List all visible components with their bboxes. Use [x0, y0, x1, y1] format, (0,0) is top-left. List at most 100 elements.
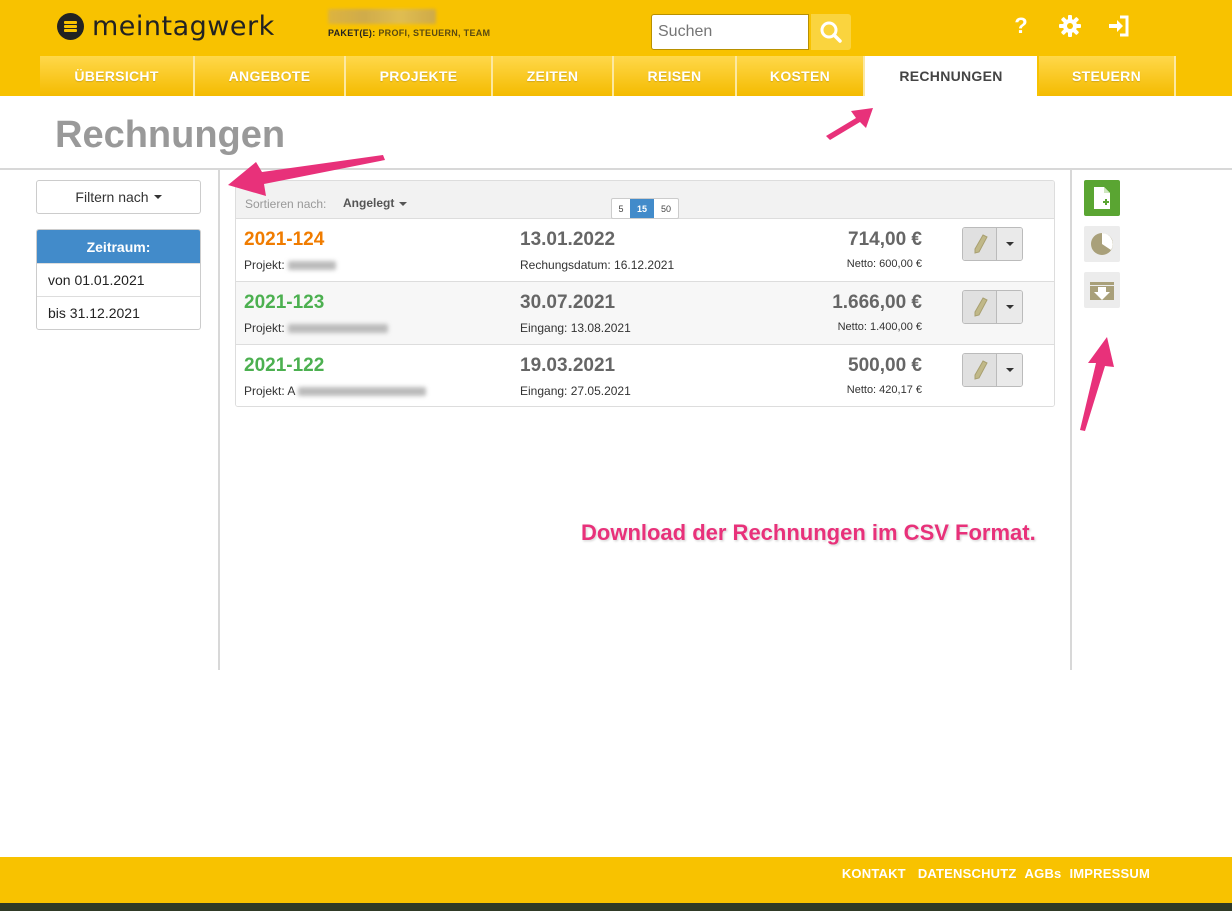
invoice-amount: 1.666,00 € [832, 292, 922, 313]
project-name-redacted [287, 323, 388, 333]
invoice-list: Sortieren nach: Angelegt 5 15 50 2021-12… [235, 180, 1055, 407]
project-label: Projekt: [244, 258, 285, 272]
new-document-icon [1094, 187, 1110, 209]
invoice-netto: Netto: 1.400,00 € [837, 321, 922, 333]
footer-link-datenschutz[interactable]: DATENSCHUTZ [918, 866, 1017, 881]
help-icon[interactable]: ? [1008, 13, 1034, 39]
sort-label: Sortieren nach: [245, 197, 327, 211]
invoice-date: 30.07.2021 [520, 292, 616, 313]
invoice-actions [962, 227, 1023, 261]
invoice-actions [962, 353, 1023, 387]
sort-dropdown[interactable]: Angelegt [343, 196, 408, 210]
search-bar [651, 14, 851, 50]
search-input[interactable] [651, 14, 809, 50]
invoice-number[interactable]: 2021-124 [244, 229, 324, 251]
pencil-icon [974, 360, 988, 380]
paket-info: PAKET(E): PROFI, STEUERN, TEAM [328, 28, 490, 38]
footer-link-agbs[interactable]: AGBs [1025, 866, 1062, 881]
invoice-project: Projekt: [244, 258, 336, 272]
filter-label: Filtern nach [75, 189, 149, 205]
edit-button[interactable] [963, 354, 997, 386]
chevron-down-icon [153, 195, 162, 199]
arrow-icon [826, 108, 873, 140]
tab-steuern[interactable]: STEUERN [1039, 56, 1176, 96]
divider [1070, 170, 1072, 670]
zeitraum-title: Zeitraum: [37, 230, 200, 263]
actions-dropdown[interactable] [997, 354, 1022, 386]
project-label: Projekt: [244, 321, 285, 335]
list-item[interactable]: 2021-124 Projekt: 13.01.2022 Rechungsdat… [236, 219, 1054, 282]
invoice-project: Projekt: [244, 321, 388, 335]
project-name-redacted [298, 386, 427, 396]
invoice-date-sub: Eingang: 27.05.2021 [520, 384, 631, 398]
download-folder-icon [1090, 282, 1114, 300]
page-size-15[interactable]: 15 [630, 199, 654, 218]
list-toolbar: Sortieren nach: Angelegt 5 15 50 [236, 181, 1054, 219]
annotation-text: Download der Rechnungen im CSV Format. [581, 520, 1036, 545]
bottom-strip [0, 903, 1232, 911]
tab-kosten[interactable]: KOSTEN [737, 56, 865, 96]
logo-icon [57, 13, 84, 40]
divider [0, 168, 1232, 170]
paket-label: PAKET(E): [328, 28, 376, 38]
logout-icon[interactable] [1106, 13, 1132, 39]
edit-button[interactable] [963, 291, 997, 323]
list-item[interactable]: 2021-122 Projekt: A 19.03.2021 Eingang: … [236, 345, 1054, 406]
search-icon [820, 21, 842, 43]
invoice-date: 13.01.2022 [520, 229, 616, 250]
pencil-icon [974, 234, 988, 254]
zeitraum-to[interactable]: bis 31.12.2021 [37, 296, 200, 329]
gear-icon [1059, 15, 1081, 37]
tab-reisen[interactable]: REISEN [614, 56, 737, 96]
project-name-redacted [287, 260, 336, 270]
search-button[interactable] [811, 14, 851, 50]
chevron-down-icon [1005, 242, 1014, 246]
actions-dropdown[interactable] [997, 291, 1022, 323]
sign-in-icon [1109, 15, 1129, 37]
zeitraum-panel: Zeitraum: von 01.01.2021 bis 31.12.2021 [36, 229, 201, 330]
tab-angebote[interactable]: ANGEBOTE [195, 56, 346, 96]
tab-projekte[interactable]: PROJEKTE [346, 56, 493, 96]
list-item[interactable]: 2021-123 Projekt: 30.07.2021 Eingang: 13… [236, 282, 1054, 345]
page-size-50[interactable]: 50 [654, 199, 678, 218]
invoice-amount: 714,00 € [848, 229, 922, 250]
new-invoice-button[interactable] [1084, 180, 1120, 216]
arrow-icon [1080, 337, 1114, 431]
page-size-selector: 5 15 50 [611, 198, 679, 219]
edit-button[interactable] [963, 228, 997, 260]
main-nav: ÜBERSICHT ANGEBOTE PROJEKTE ZEITEN REISE… [40, 56, 1176, 96]
account-info: PAKET(E): PROFI, STEUERN, TEAM [328, 9, 490, 38]
invoice-netto: Netto: 600,00 € [846, 258, 922, 270]
actions-dropdown[interactable] [997, 228, 1022, 260]
footer-links: KONTAKT DATENSCHUTZ AGBs IMPRESSUM [830, 866, 1150, 881]
page: meintagwerk PAKET(E): PROFI, STEUERN, TE… [0, 0, 1232, 911]
tab-uebersicht[interactable]: ÜBERSICHT [40, 56, 195, 96]
logo-text: meintagwerk [92, 11, 275, 42]
zeitraum-from[interactable]: von 01.01.2021 [37, 263, 200, 296]
invoice-date: 19.03.2021 [520, 355, 616, 376]
pencil-icon [974, 297, 988, 317]
sort-value: Angelegt [343, 196, 395, 210]
tab-rechnungen[interactable]: RECHNUNGEN [865, 56, 1039, 96]
header: meintagwerk PAKET(E): PROFI, STEUERN, TE… [0, 0, 1232, 96]
invoice-actions [962, 290, 1023, 324]
invoice-number[interactable]: 2021-122 [244, 355, 324, 377]
paket-value: PROFI, STEUERN, TEAM [378, 28, 491, 38]
tab-zeiten[interactable]: ZEITEN [493, 56, 614, 96]
invoice-project: Projekt: A [244, 384, 427, 398]
footer-link-kontakt[interactable]: KONTAKT [842, 866, 906, 881]
invoice-date-sub: Rechungsdatum: 16.12.2021 [520, 258, 675, 272]
logo[interactable]: meintagwerk [57, 11, 275, 42]
invoice-amount: 500,00 € [848, 355, 922, 376]
account-name-redacted [328, 9, 436, 24]
page-size-5[interactable]: 5 [612, 199, 630, 218]
footer-link-impressum[interactable]: IMPRESSUM [1069, 866, 1150, 881]
pie-chart-icon [1091, 233, 1113, 255]
chevron-down-icon [399, 201, 408, 206]
page-title: Rechnungen [55, 114, 286, 156]
settings-icon[interactable] [1057, 13, 1083, 39]
invoice-number[interactable]: 2021-123 [244, 292, 324, 314]
statistics-button[interactable] [1084, 226, 1120, 262]
filter-button[interactable]: Filtern nach [36, 180, 201, 214]
csv-download-button[interactable] [1084, 272, 1120, 308]
